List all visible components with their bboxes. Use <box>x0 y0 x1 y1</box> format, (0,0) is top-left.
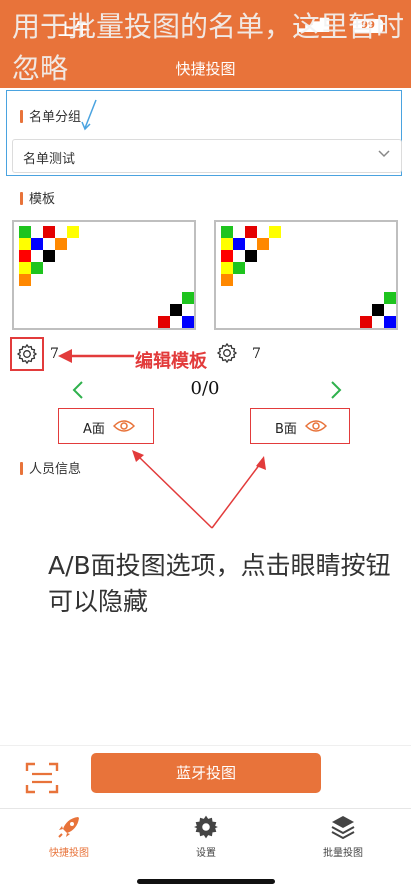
chevron-left-icon[interactable] <box>70 380 86 400</box>
annotation-top: 用于批量投图的名单，这里暂时忽略 <box>12 10 405 85</box>
group-select-value: 名单测试 <box>23 152 76 167</box>
section-group: 名单分组 <box>20 106 81 125</box>
color-cell <box>182 316 194 328</box>
section-marker <box>20 462 23 475</box>
face-b-button[interactable]: B面 <box>250 408 350 444</box>
section-person-label: 人员信息 <box>29 462 82 477</box>
section-marker <box>20 110 23 123</box>
tab-batch-project[interactable]: 批量投图 <box>298 814 388 859</box>
face-a-button[interactable]: A面 <box>58 408 154 444</box>
color-cell <box>245 250 257 262</box>
layers-icon <box>331 816 355 840</box>
template-b-count: 7 <box>252 346 261 362</box>
annotation-edit-template: 编辑模板 <box>135 351 207 372</box>
color-cell <box>158 316 170 328</box>
color-cell <box>19 262 31 274</box>
color-cell <box>67 226 79 238</box>
color-cell <box>55 238 67 250</box>
color-cell <box>384 316 396 328</box>
section-group-label: 名单分组 <box>29 110 82 125</box>
color-cell <box>31 238 43 250</box>
bluetooth-project-button[interactable]: 蓝牙投图 <box>91 753 321 793</box>
chevron-down-icon <box>378 150 390 158</box>
eye-icon[interactable] <box>305 418 327 434</box>
section-template-label: 模板 <box>29 192 56 207</box>
color-cell <box>221 238 233 250</box>
color-cell <box>43 226 55 238</box>
tab-quick-project[interactable]: 快捷投图 <box>24 814 114 859</box>
template-card-b[interactable] <box>214 220 398 330</box>
annotation-arrow-red <box>58 349 134 363</box>
color-cell <box>182 292 194 304</box>
section-template: 模板 <box>20 188 55 207</box>
tab-settings[interactable]: 设置 <box>161 814 251 859</box>
scan-icon[interactable] <box>24 760 60 796</box>
color-cell <box>372 304 384 316</box>
face-b-label: B面 <box>275 422 297 437</box>
color-cell <box>170 304 182 316</box>
color-cell <box>19 226 31 238</box>
color-cell <box>19 250 31 262</box>
color-cell <box>384 292 396 304</box>
section-person: 人员信息 <box>20 458 81 477</box>
color-cell <box>269 226 281 238</box>
annotation-arrow-blue <box>81 99 97 131</box>
eye-icon[interactable] <box>113 418 135 434</box>
tab-label: 快捷投图 <box>49 848 89 859</box>
color-cell <box>233 262 245 274</box>
color-cell <box>233 238 245 250</box>
color-cell <box>19 238 31 250</box>
rocket-icon <box>58 817 79 838</box>
section-marker <box>20 192 23 205</box>
color-cell <box>360 316 372 328</box>
tab-label: 批量投图 <box>323 848 363 859</box>
template-card-a[interactable] <box>12 220 196 330</box>
color-cell <box>19 274 31 286</box>
page-indicator: 0/0 <box>190 378 220 399</box>
color-cell <box>221 262 233 274</box>
annotation-bottom: A/B面投图选项，点击眼睛按钮可以隐藏 <box>48 551 391 616</box>
chevron-right-icon[interactable] <box>328 380 344 400</box>
group-select[interactable]: 名单测试 <box>12 139 402 173</box>
annotation-arrows-converge <box>132 450 266 529</box>
color-cell <box>257 238 269 250</box>
gear-icon[interactable] <box>16 343 38 365</box>
gear-icon <box>194 815 218 839</box>
color-cell <box>43 250 55 262</box>
color-cell <box>245 226 257 238</box>
tab-label: 设置 <box>196 848 216 859</box>
color-cell <box>221 226 233 238</box>
color-cell <box>31 262 43 274</box>
gear-icon[interactable] <box>216 342 238 364</box>
face-a-label: A面 <box>83 422 105 437</box>
home-indicator <box>137 879 275 884</box>
color-cell <box>221 250 233 262</box>
color-cell <box>221 274 233 286</box>
